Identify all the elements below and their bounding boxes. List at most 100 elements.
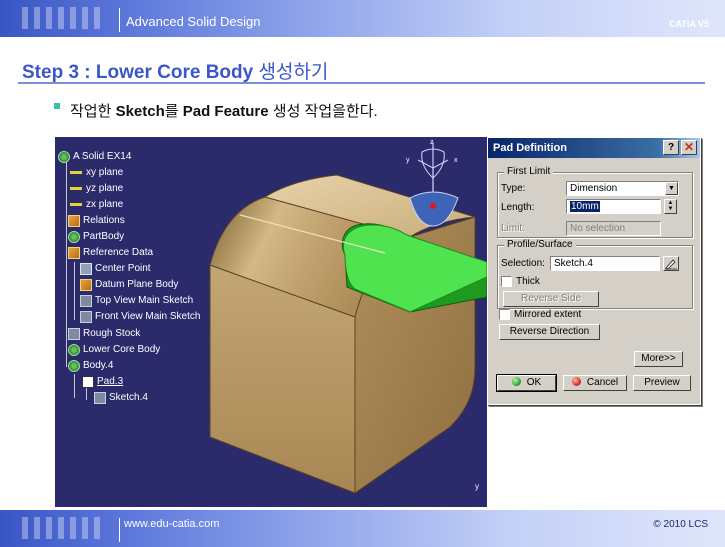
tree-node-yz-plane[interactable]: yz plane: [68, 181, 123, 196]
tree-node-lower-core-body[interactable]: Lower Core Body: [68, 342, 160, 357]
tree-node-xy-plane[interactable]: xy plane: [68, 165, 123, 180]
tree-node-reference-data[interactable]: Reference Data: [68, 245, 153, 260]
tree-node-center-point[interactable]: Center Point: [80, 261, 151, 276]
first-limit-label: First Limit: [504, 166, 554, 177]
dialog-titlebar[interactable]: Pad Definition ? ✕: [488, 138, 700, 158]
tree-node-datum-plane-body[interactable]: Datum Plane Body: [80, 277, 178, 292]
tree-node-pad3[interactable]: Pad.3: [82, 374, 123, 389]
body-icon: [68, 343, 80, 356]
tree-node-top-view-sketch[interactable]: Top View Main Sketch: [80, 293, 193, 308]
datum-icon: [80, 278, 92, 291]
tree-node-rough-stock[interactable]: Rough Stock: [68, 326, 140, 341]
sketch-icon: [94, 391, 106, 404]
thick-checkbox[interactable]: Thick: [501, 276, 540, 287]
tree-node-sketch4[interactable]: Sketch.4: [94, 390, 148, 405]
more-button[interactable]: More>>: [634, 351, 683, 367]
thick-label: Thick: [516, 276, 540, 287]
tree-node-root[interactable]: A Solid EX14: [58, 149, 131, 164]
sketcher-icon[interactable]: [663, 256, 679, 271]
sketch-icon: [80, 294, 92, 307]
tree-connector: [74, 262, 75, 320]
header-decoration: [94, 7, 100, 29]
part-icon: [58, 150, 70, 163]
plane-icon: [70, 171, 82, 174]
rough-stock-icon: [68, 327, 80, 340]
tree-node-zx-plane[interactable]: zx plane: [68, 197, 123, 212]
point-icon: [80, 262, 92, 275]
body-icon: [68, 230, 80, 243]
compass-y-label: y: [406, 157, 410, 164]
bullet-bold-sketch: Sketch: [115, 103, 165, 120]
plane-icon: [70, 203, 82, 206]
bullet-text: 작업한 Sketch를 Pad Feature 생성 작업을한다.: [70, 100, 378, 121]
length-input[interactable]: 10mm: [566, 199, 661, 214]
selection-label: Selection:: [501, 258, 545, 269]
footer-decoration: [94, 517, 100, 539]
relations-icon: [68, 214, 80, 227]
compass-x-label: x: [454, 157, 458, 164]
header-band: Advanced Solid Design CATIA V5: [0, 0, 725, 37]
bullet-mid: 를: [164, 103, 183, 120]
tree-node-relations[interactable]: Relations: [68, 213, 125, 228]
reverse-direction-button[interactable]: Reverse Direction: [499, 324, 600, 340]
header-decoration: [34, 7, 40, 29]
compass-z-label: z: [430, 139, 434, 146]
type-value: Dimension: [570, 183, 618, 194]
type-label: Type:: [501, 183, 526, 194]
preview-button[interactable]: Preview: [633, 375, 691, 391]
pad-definition-dialog[interactable]: Pad Definition ? ✕ First Limit Type: Dim…: [487, 137, 701, 405]
length-label: Length:: [501, 202, 535, 213]
tree-connector: [86, 388, 87, 400]
footer-copyright: © 2010 LCS: [653, 519, 708, 530]
help-button[interactable]: ?: [663, 140, 679, 155]
ok-icon: [511, 377, 521, 386]
header-title: Advanced Solid Design: [126, 14, 261, 29]
mirrored-extent-label: Mirrored extent: [514, 309, 582, 320]
tree-connector: [66, 162, 67, 367]
profile-surface-label: Profile/Surface: [504, 239, 576, 250]
bullet-bold-pad: Pad Feature: [182, 103, 269, 120]
ok-button[interactable]: OK: [496, 374, 557, 392]
footer-band: www.edu-catia.com © 2010 LCS: [0, 510, 725, 547]
bullet-icon: [54, 103, 60, 109]
header-product: CATIA V5: [668, 19, 709, 29]
close-button[interactable]: ✕: [681, 140, 697, 155]
length-value: 10mm: [570, 201, 600, 212]
limit-field[interactable]: No selection: [566, 221, 661, 236]
tree-node-body4[interactable]: Body.4: [68, 358, 113, 373]
footer-decoration: [58, 517, 64, 539]
length-spinner[interactable]: ▲ ▼: [664, 199, 677, 214]
selection-value: Sketch.4: [554, 258, 593, 269]
reverse-side-button[interactable]: Reverse Side: [503, 291, 599, 307]
selection-field[interactable]: Sketch.4: [550, 256, 660, 271]
tree-node-front-view-sketch[interactable]: Front View Main Sketch: [80, 309, 200, 324]
mirrored-extent-checkbox[interactable]: Mirrored extent: [499, 309, 581, 320]
footer-decoration: [22, 517, 28, 539]
header-decoration: [22, 7, 28, 29]
sketch-icon: [80, 310, 92, 323]
footer-website[interactable]: www.edu-catia.com: [124, 518, 219, 530]
tree-connector: [74, 374, 75, 398]
title-divider: [18, 82, 705, 84]
header-decoration: [46, 7, 52, 29]
footer-separator: [119, 518, 120, 542]
header-decoration: [82, 7, 88, 29]
page-title-ko: 생성하기: [253, 62, 329, 83]
cancel-icon: [571, 377, 581, 386]
bullet-pre: 작업한: [70, 103, 116, 120]
chevron-down-icon[interactable]: ▼: [665, 182, 678, 195]
footer-decoration: [46, 517, 52, 539]
plane-icon: [70, 187, 82, 190]
footer-decoration: [70, 517, 76, 539]
limit-label: Limit:: [501, 223, 525, 234]
type-dropdown[interactable]: Dimension ▼: [566, 181, 679, 196]
tree-node-partbody[interactable]: PartBody: [68, 229, 124, 244]
compass-icon[interactable]: z y x: [402, 138, 466, 230]
page-title-en: Step 3 : Lower Core Body: [22, 62, 254, 83]
cancel-button[interactable]: Cancel: [563, 375, 627, 391]
geometrical-set-icon: [68, 246, 80, 259]
header-separator: [119, 8, 120, 32]
dialog-title: Pad Definition: [493, 142, 567, 154]
page-title: Step 3 : Lower Core Body 생성하기: [22, 57, 328, 84]
axis-indicator-label: y: [475, 482, 479, 491]
